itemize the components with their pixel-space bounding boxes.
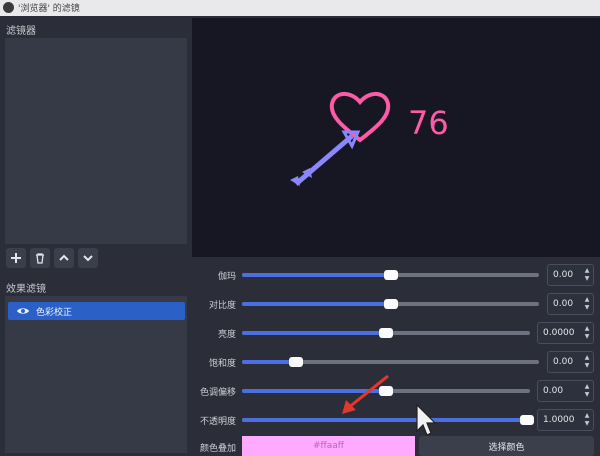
opacity-value: 1.0000 <box>543 415 575 425</box>
preview-graphic <box>290 92 391 186</box>
gamma-spin-arrows-icon[interactable]: ▲ ▼ <box>581 265 593 285</box>
contrast-slider-fill <box>242 302 391 306</box>
arrow-shaft <box>294 134 354 186</box>
remove-filter-button[interactable] <box>30 248 50 268</box>
effect-item-label: 色彩校正 <box>36 307 73 318</box>
hue-shift-value: 0.00 <box>543 386 564 396</box>
gamma-slider-fill <box>242 273 391 277</box>
filters-section-title: 滤镜器 <box>6 26 36 37</box>
saturation-slider[interactable] <box>242 357 539 367</box>
mouse-cursor-icon <box>416 403 437 436</box>
saturation-slider-thumb[interactable] <box>289 357 303 367</box>
preview-counter: 76 <box>408 104 449 142</box>
hue-shift-spin-arrows-icon[interactable]: ▲ ▼ <box>581 381 593 401</box>
opacity-slider-thumb[interactable] <box>520 415 534 425</box>
contrast-spinbox[interactable]: 0.00 ▲ ▼ <box>547 293 594 315</box>
window-title: '浏览器' 的滤镜 <box>18 4 80 14</box>
contrast-slider-thumb[interactable] <box>384 299 398 309</box>
effects-section-title: 效果滤镜 <box>6 284 46 295</box>
gamma-value: 0.00 <box>553 270 574 280</box>
brightness-slider[interactable] <box>242 328 530 338</box>
add-filter-button[interactable] <box>6 248 26 268</box>
saturation-spinbox[interactable]: 0.00 ▲ ▼ <box>547 351 594 373</box>
select-color-button-label: 选择颜色 <box>488 442 525 453</box>
hue-shift-spinbox[interactable]: 0.00 ▲ ▼ <box>537 380 594 402</box>
brightness-slider-thumb[interactable] <box>379 328 393 338</box>
contrast-value: 0.00 <box>553 299 574 309</box>
brightness-slider-fill <box>242 331 386 335</box>
gamma-slider-thumb[interactable] <box>384 270 398 280</box>
chevron-up-icon <box>59 254 69 261</box>
eye-icon[interactable] <box>16 304 30 318</box>
filters-list[interactable] <box>5 38 187 244</box>
title-bar: '浏览器' 的滤镜 <box>0 0 600 16</box>
app-logo-icon <box>3 2 14 13</box>
trash-icon <box>36 253 44 264</box>
opacity-label: 不透明度 <box>199 417 236 427</box>
saturation-slider-fill <box>242 360 296 364</box>
brightness-spin-arrows-icon[interactable]: ▲ ▼ <box>581 323 593 343</box>
color-overlay-label: 颜色叠加 <box>199 444 236 454</box>
opacity-spin-arrows-icon[interactable]: ▲ ▼ <box>581 410 593 430</box>
plus-icon <box>11 253 21 263</box>
saturation-label: 饱和度 <box>208 359 236 369</box>
contrast-label: 对比度 <box>208 301 236 311</box>
gamma-label: 伽玛 <box>217 272 236 282</box>
brightness-label: 亮度 <box>217 330 236 340</box>
brightness-spinbox[interactable]: 0.0000 ▲ ▼ <box>537 322 594 344</box>
effect-item-color-correction[interactable]: 色彩校正 <box>8 302 185 320</box>
preview-canvas: 76 <box>192 18 600 257</box>
select-color-button[interactable]: 选择颜色 <box>419 436 594 456</box>
opacity-spinbox[interactable]: 1.0000 ▲ ▼ <box>537 409 594 431</box>
saturation-spin-arrows-icon[interactable]: ▲ ▼ <box>581 352 593 372</box>
gamma-spinbox[interactable]: 0.00 ▲ ▼ <box>547 264 594 286</box>
saturation-value: 0.00 <box>553 357 574 367</box>
heart-icon <box>329 92 391 143</box>
contrast-spin-arrows-icon[interactable]: ▲ ▼ <box>581 294 593 314</box>
contrast-slider[interactable] <box>242 299 539 309</box>
chevron-down-icon <box>83 255 93 262</box>
move-down-button[interactable] <box>78 248 98 268</box>
hue-shift-label: 色调偏移 <box>199 388 236 398</box>
brightness-value: 0.0000 <box>543 328 575 338</box>
gamma-slider[interactable] <box>242 270 539 280</box>
move-up-button[interactable] <box>54 248 74 268</box>
